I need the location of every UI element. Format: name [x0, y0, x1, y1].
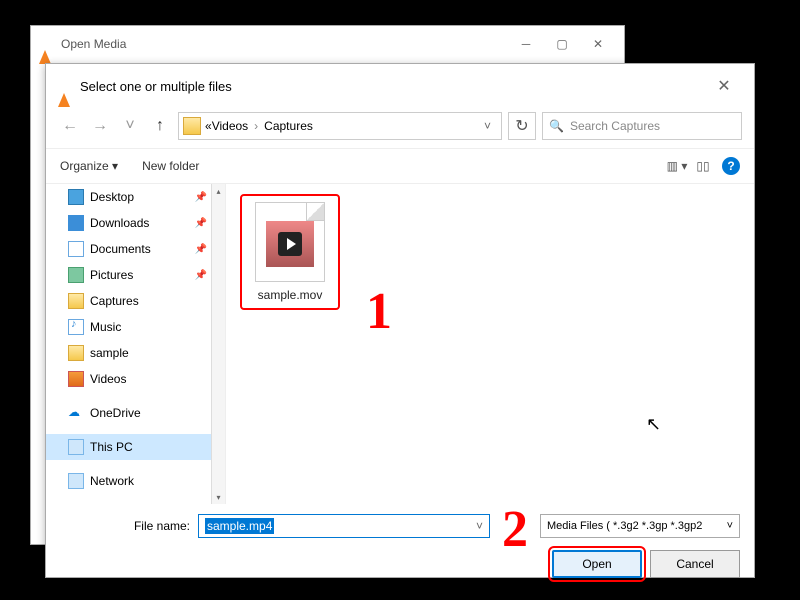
breadcrumb-part[interactable]: Captures — [264, 119, 313, 133]
dialog-body: Desktop📌 Downloads📌 Documents📌 Pictures📌… — [46, 184, 754, 504]
cursor-icon: ↖ — [646, 414, 661, 435]
refresh-button[interactable]: ↻ — [508, 112, 536, 140]
nav-row: ← → ˅ ↑ « Videos › Captures ˅ ↻ 🔍 Search… — [46, 108, 754, 148]
sidebar-item-network[interactable]: Network — [46, 468, 225, 494]
search-placeholder: Search Captures — [570, 119, 660, 133]
onedrive-icon: ☁ — [68, 405, 84, 421]
sidebar-item-thispc[interactable]: This PC — [46, 434, 225, 460]
sidebar-scrollbar[interactable]: ▴ ▾ — [211, 184, 225, 504]
sidebar-item-pictures[interactable]: Pictures📌 — [46, 262, 225, 288]
parent-titlebar: Open Media ─ ▢ ✕ — [31, 26, 624, 62]
vlc-icon — [58, 78, 74, 94]
maximize-button[interactable]: ▢ — [544, 32, 580, 56]
up-button[interactable]: ↑ — [148, 114, 172, 138]
thispc-icon — [68, 439, 84, 455]
dialog-footer: File name: sample.mp4 ˅ 2 Media Files ( … — [46, 504, 754, 588]
sidebar-item-videos[interactable]: Videos — [46, 366, 225, 392]
annotation-2: 2 — [502, 514, 528, 545]
cancel-button[interactable]: Cancel — [650, 550, 740, 578]
file-item[interactable]: sample.mov — [240, 194, 340, 310]
filename-input[interactable]: sample.mp4 ˅ — [198, 514, 490, 538]
documents-icon — [68, 241, 84, 257]
desktop-icon — [68, 189, 84, 205]
back-button[interactable]: ← — [58, 114, 82, 138]
dialog-titlebar: Select one or multiple files ✕ — [46, 64, 754, 108]
dialog-title: Select one or multiple files — [80, 79, 232, 94]
dialog-close-button[interactable]: ✕ — [706, 74, 742, 98]
music-icon — [68, 319, 84, 335]
scroll-down-icon[interactable]: ▾ — [212, 490, 225, 504]
sidebar-item-sample[interactable]: sample — [46, 340, 225, 366]
vlc-icon — [39, 36, 55, 52]
chevron-right-icon: › — [254, 119, 258, 133]
sidebar-item-documents[interactable]: Documents📌 — [46, 236, 225, 262]
open-button[interactable]: Open — [552, 550, 642, 578]
breadcrumb[interactable]: « Videos › Captures ˅ — [178, 112, 502, 140]
folder-icon — [68, 345, 84, 361]
folder-icon — [68, 293, 84, 309]
annotation-1: 1 — [366, 282, 392, 341]
help-button[interactable]: ? — [722, 157, 740, 175]
breadcrumb-root: « — [205, 119, 212, 133]
scroll-up-icon[interactable]: ▴ — [212, 184, 225, 198]
breadcrumb-part[interactable]: Videos — [212, 119, 248, 133]
toolbar: Organize ▾ New folder ▥ ▾ ▯▯ ? — [46, 148, 754, 184]
new-folder-button[interactable]: New folder — [142, 159, 199, 173]
file-dialog: Select one or multiple files ✕ ← → ˅ ↑ «… — [45, 63, 755, 578]
file-label: sample.mov — [248, 288, 332, 302]
file-type-filter[interactable]: Media Files ( *.3g2 *.3gp *.3gp2˅ — [540, 514, 740, 538]
videos-icon — [68, 371, 84, 387]
parent-title: Open Media — [61, 37, 126, 51]
file-thumbnail — [255, 202, 325, 282]
sidebar-item-captures[interactable]: Captures — [46, 288, 225, 314]
search-input[interactable]: 🔍 Search Captures — [542, 112, 742, 140]
pin-icon: 📌 — [195, 192, 207, 203]
sidebar: Desktop📌 Downloads📌 Documents📌 Pictures📌… — [46, 184, 226, 504]
minimize-button[interactable]: ─ — [508, 32, 544, 56]
folder-icon — [183, 117, 201, 135]
view-options-button[interactable]: ▥ ▾ — [666, 155, 688, 177]
organize-button[interactable]: Organize ▾ — [60, 159, 118, 173]
pin-icon: 📌 — [195, 244, 207, 255]
preview-pane-button[interactable]: ▯▯ — [692, 155, 714, 177]
filename-value: sample.mp4 — [205, 518, 274, 534]
search-icon: 🔍 — [549, 119, 564, 133]
filename-label: File name: — [60, 519, 190, 533]
sidebar-item-downloads[interactable]: Downloads📌 — [46, 210, 225, 236]
downloads-icon — [68, 215, 84, 231]
network-icon — [68, 473, 84, 489]
forward-button[interactable]: → — [88, 114, 112, 138]
close-button[interactable]: ✕ — [580, 32, 616, 56]
pin-icon: 📌 — [195, 270, 207, 281]
breadcrumb-dropdown[interactable]: ˅ — [478, 119, 497, 133]
sidebar-item-desktop[interactable]: Desktop📌 — [46, 184, 225, 210]
file-area[interactable]: sample.mov 1 ↖ — [226, 184, 754, 504]
sidebar-item-music[interactable]: Music — [46, 314, 225, 340]
pin-icon: 📌 — [195, 218, 207, 229]
pictures-icon — [68, 267, 84, 283]
sidebar-item-onedrive[interactable]: ☁OneDrive — [46, 400, 225, 426]
recent-dropdown[interactable]: ˅ — [118, 114, 142, 138]
play-icon — [278, 232, 302, 256]
